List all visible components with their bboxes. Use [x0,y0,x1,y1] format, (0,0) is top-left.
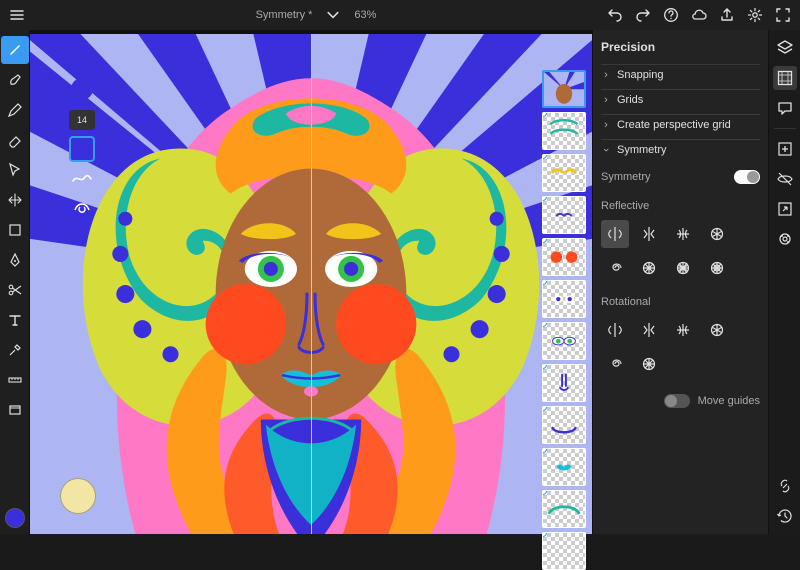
layer-thumb[interactable] [542,154,586,192]
rotational-option-2[interactable] [601,316,629,344]
reflective-option-6[interactable] [703,220,731,248]
reflective-option-spiral[interactable] [601,254,629,282]
rotational-option-8[interactable] [635,350,663,378]
touch-shortcut-ring[interactable] [60,478,96,514]
link-icon[interactable] [773,474,797,498]
section-symmetry[interactable]: › Symmetry [601,139,760,160]
shape-tool[interactable] [1,216,29,244]
transform-tool[interactable] [1,186,29,214]
fullscreen-icon[interactable] [774,6,792,24]
undo-icon[interactable] [606,6,624,24]
reflective-label: Reflective [601,194,760,216]
canvas-viewport[interactable]: 14 [30,30,592,534]
section-perspective[interactable]: › Create perspective grid [601,114,760,135]
section-grids[interactable]: › Grids [601,89,760,110]
layer-thumb[interactable] [542,196,586,234]
section-label: Grids [617,94,643,106]
precision-panel: Precision › Snapping › Grids › Create pe… [592,30,768,534]
precision-panel-title: Precision [601,36,760,60]
move-guides-toggle[interactable] [664,394,690,408]
reflective-mode-grid [601,220,760,286]
layer-thumb[interactable] [542,448,586,486]
brush-size-value[interactable]: 14 [69,110,95,130]
share-icon[interactable] [718,6,736,24]
section-label: Create perspective grid [617,119,731,131]
left-toolbar [0,30,30,534]
stroke-style-loop[interactable] [69,196,95,218]
blob-brush-tool[interactable] [1,66,29,94]
rotational-label: Rotational [601,290,760,312]
rotational-option-6[interactable] [703,316,731,344]
layer-thumb[interactable] [542,238,586,276]
brush-preview[interactable] [67,74,97,104]
stroke-style-wave[interactable] [69,168,95,190]
export-icon[interactable] [773,197,797,221]
layer-thumb[interactable] [542,364,586,402]
chevron-right-icon: › [601,94,611,106]
section-label: Snapping [617,69,664,81]
help-icon[interactable] [662,6,680,24]
current-color-chip[interactable] [5,508,25,528]
layer-thumb[interactable] [542,322,586,360]
move-guides-label: Move guides [698,395,760,407]
cloud-sync-icon[interactable] [690,6,708,24]
section-label: Symmetry [617,144,667,156]
add-panel-icon[interactable] [773,137,797,161]
type-tool[interactable] [1,306,29,334]
reflective-option-4[interactable] [669,220,697,248]
selection-tool[interactable] [1,156,29,184]
eraser-tool[interactable] [1,126,29,154]
pencil-tool[interactable] [1,96,29,124]
reflective-option-vertical[interactable] [635,220,663,248]
layer-thumb[interactable] [542,532,586,570]
precision-panel-icon[interactable] [773,66,797,90]
visibility-icon[interactable] [773,167,797,191]
brush-tool[interactable] [1,36,29,64]
comments-icon[interactable] [773,96,797,120]
rotational-mode-grid [601,316,760,382]
history-icon[interactable] [773,504,797,528]
scissors-tool[interactable] [1,276,29,304]
rotational-option-spiral[interactable] [601,350,629,378]
reflective-option-2-axis[interactable] [601,220,629,248]
top-bar: Symmetry * 63% [0,0,800,30]
reflective-option-dense[interactable] [703,254,731,282]
rotational-option-4[interactable] [669,316,697,344]
chevron-down-icon[interactable] [324,6,342,24]
artboard-tool[interactable] [1,396,29,424]
pen-tool[interactable] [1,246,29,274]
symmetry-toggle-label: Symmetry [601,171,651,183]
ruler-tool[interactable] [1,366,29,394]
right-rail [768,30,800,534]
symmetry-toggle[interactable] [734,170,760,184]
layer-thumb[interactable] [542,70,586,108]
zoom-level-label[interactable]: 63% [354,9,376,21]
reflective-option-12[interactable] [669,254,697,282]
layers-panel-icon[interactable] [773,36,797,60]
chevron-right-icon: › [601,119,611,131]
chevron-right-icon: › [601,69,611,81]
layer-thumb[interactable] [542,406,586,444]
symmetry-axis-guide[interactable] [311,34,312,534]
layer-thumb[interactable] [542,112,586,150]
eyedropper-tool[interactable] [1,336,29,364]
rotational-option-3[interactable] [635,316,663,344]
layer-thumbnails [542,70,586,570]
section-snapping[interactable]: › Snapping [601,64,760,85]
menu-icon[interactable] [8,6,26,24]
brush-options-panel: 14 [66,74,98,218]
layer-pin-icon [542,532,547,537]
appearance-icon[interactable] [773,227,797,251]
layer-thumb[interactable] [542,490,586,528]
layer-thumb[interactable] [542,280,586,318]
main-area: 14 Precision › [0,30,800,534]
chevron-down-icon: › [600,145,612,155]
document-title-block: Symmetry * 63% [36,6,596,24]
brush-color-swatch[interactable] [69,136,95,162]
settings-gear-icon[interactable] [746,6,764,24]
reflective-option-8[interactable] [635,254,663,282]
redo-icon[interactable] [634,6,652,24]
document-title[interactable]: Symmetry * [256,9,313,21]
